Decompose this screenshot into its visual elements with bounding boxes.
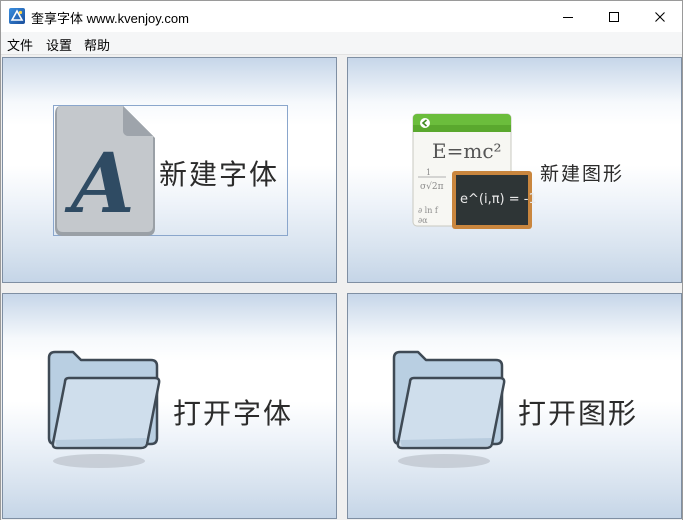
menu-file[interactable]: 文件 bbox=[7, 35, 33, 54]
new-graphic-panel[interactable]: σ√2π 1 ∂ ln f ∂α E=mc² e^(i,π) = -1 新建图形 bbox=[347, 57, 682, 283]
new-graphic-label: 新建图形 bbox=[540, 163, 625, 185]
menu-help[interactable]: 帮助 bbox=[84, 35, 110, 54]
close-button[interactable] bbox=[637, 1, 683, 32]
open-font-panel[interactable]: 打开字体 bbox=[2, 293, 337, 519]
maximize-button[interactable] bbox=[591, 1, 637, 32]
formula-text: E=mc² bbox=[432, 139, 502, 163]
maximize-icon bbox=[609, 11, 619, 22]
open-graphic-label: 打开图形 bbox=[518, 397, 639, 430]
board-text: e^(i,π) = -1 bbox=[460, 192, 537, 207]
menu-settings[interactable]: 设置 bbox=[46, 35, 72, 54]
close-icon bbox=[655, 11, 665, 22]
svg-text:σ√2π: σ√2π bbox=[420, 181, 444, 192]
folder-icon bbox=[47, 350, 161, 468]
menu-bar: 文件 设置 帮助 bbox=[1, 32, 682, 55]
start-panel-grid: A 新建字体 σ√2π 1 ∂ ln f ∂α E=mc² e^(i,π) = … bbox=[1, 55, 682, 520]
window-title: 奎享字体 www.kvenjoy.com bbox=[31, 11, 189, 26]
svg-text:∂ ln f: ∂ ln f bbox=[418, 206, 439, 215]
title-bar[interactable]: 奎享字体 www.kvenjoy.com bbox=[1, 1, 682, 32]
app-logo-icon bbox=[9, 8, 25, 24]
new-font-panel[interactable]: A 新建字体 bbox=[2, 57, 337, 283]
new-font-label: 新建字体 bbox=[159, 158, 280, 191]
app-window: 奎享字体 www.kvenjoy.com 文件 设置 帮助 A 新建字体 σ√2… bbox=[0, 0, 683, 520]
formula-board-icon: σ√2π 1 ∂ ln f ∂α E=mc² e^(i,π) = -1 bbox=[412, 113, 537, 231]
svg-text:∂α: ∂α bbox=[418, 216, 428, 225]
open-font-label: 打开字体 bbox=[173, 397, 294, 430]
minimize-icon bbox=[563, 16, 573, 18]
svg-text:A: A bbox=[64, 136, 135, 232]
folder-icon bbox=[392, 350, 506, 468]
open-graphic-panel[interactable]: 打开图形 bbox=[347, 293, 682, 519]
svg-text:1: 1 bbox=[426, 168, 431, 177]
font-file-icon: A bbox=[55, 106, 155, 236]
minimize-button[interactable] bbox=[545, 1, 591, 32]
